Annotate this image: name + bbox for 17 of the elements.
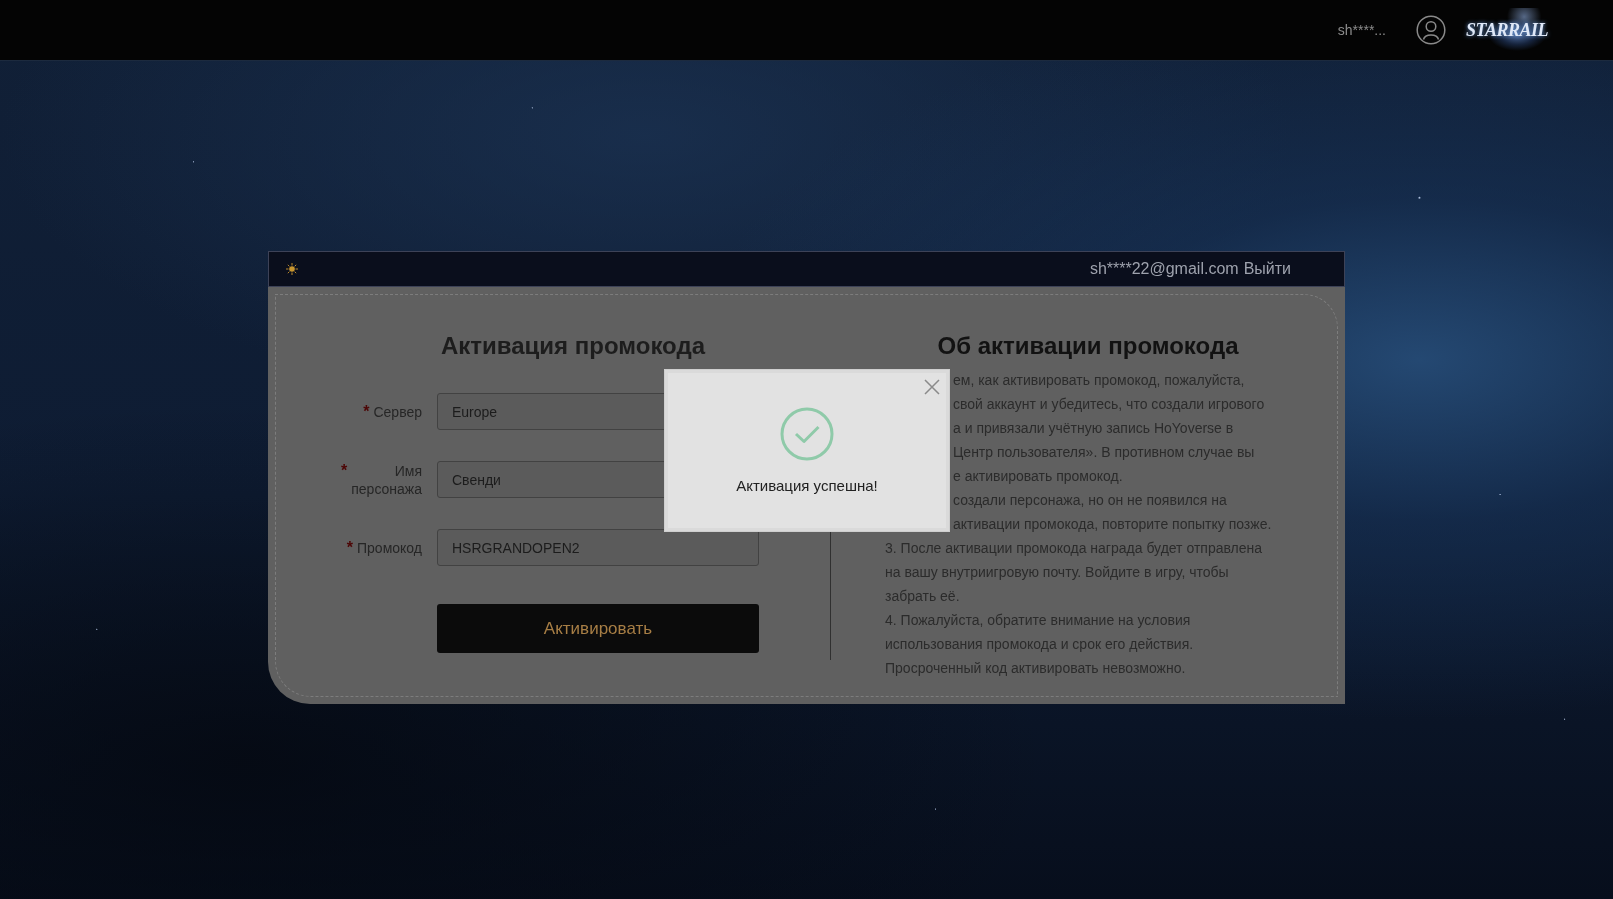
logout-link[interactable]: Выйти <box>1243 259 1291 279</box>
activate-button[interactable]: Активировать <box>437 604 759 653</box>
required-mark: * <box>341 461 348 480</box>
account-email: sh****22@gmail.com <box>1089 259 1239 279</box>
required-mark: * <box>346 538 353 557</box>
user-icon[interactable] <box>1416 15 1446 45</box>
check-circle-icon <box>780 407 834 461</box>
required-mark: * <box>363 402 370 421</box>
field-label: Сервер <box>373 402 422 421</box>
field-label: Имя персонажа <box>351 461 422 498</box>
field-label: Промокод <box>357 538 422 557</box>
sun-icon <box>286 263 298 275</box>
info-title: Об активации промокода <box>936 331 1240 361</box>
form-title: Активация промокода <box>439 331 707 361</box>
username-link[interactable]: sh****... <box>1337 21 1386 39</box>
close-button[interactable] <box>923 378 941 396</box>
game-logo[interactable]: STARRAIL <box>1464 8 1550 52</box>
